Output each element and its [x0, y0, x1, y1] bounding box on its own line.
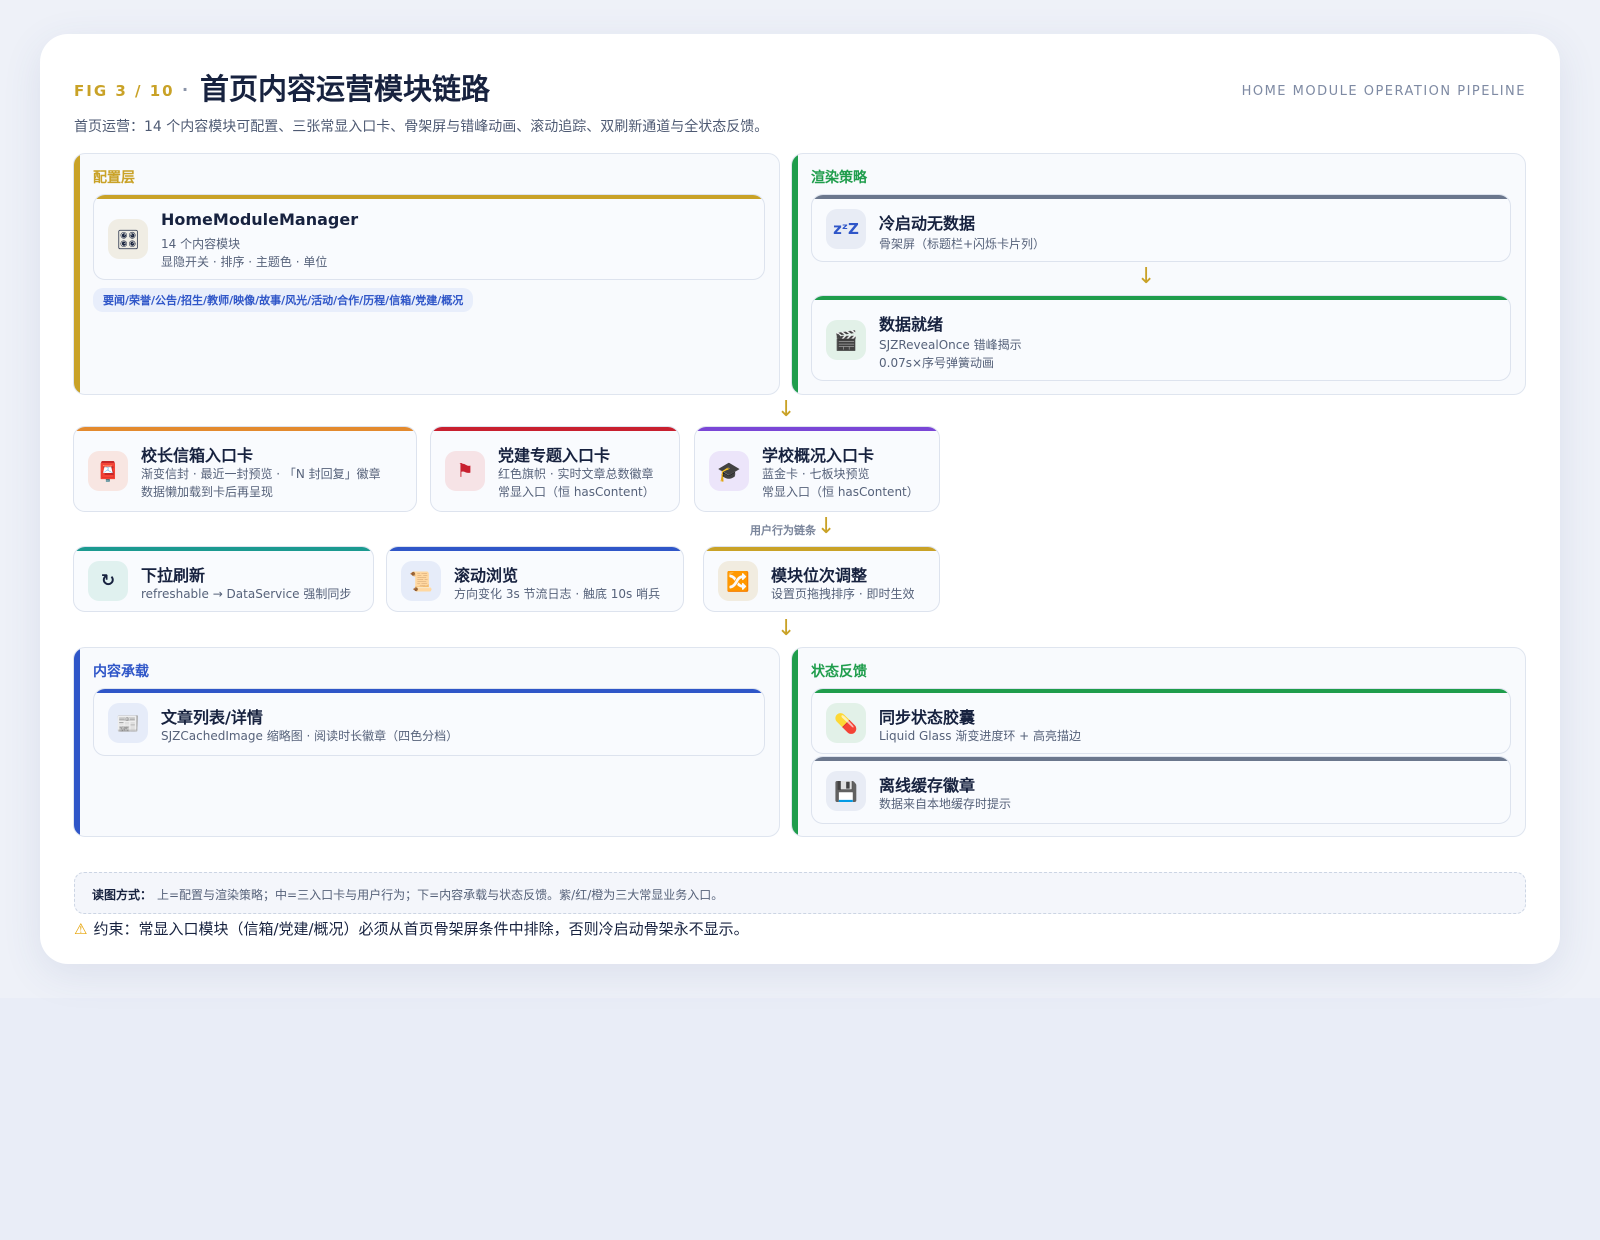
- clapper-board-icon: 🎬: [826, 320, 866, 360]
- reading-guide-label: 读图方式：: [92, 888, 153, 902]
- scroll-icon: 📜: [401, 561, 441, 601]
- newspaper-icon: 📰: [108, 703, 148, 743]
- reading-guide-text: 上=配置与渲染策略；中=三入口卡与用户行为；下=内容承载与状态反馈。紫/红/橙为…: [157, 888, 724, 902]
- red-flag-icon: ⚑: [445, 451, 485, 491]
- shuffle-icon: 🔀: [718, 561, 758, 601]
- node-line: 常显入口（恒 hasContent）: [762, 485, 919, 499]
- cold-start-node: zᶻZ 冷启动无数据 骨架屏（标题栏+闪烁卡片列）: [811, 194, 1511, 262]
- principal-mailbox-entry-card[interactable]: 📮 校长信箱入口卡 渐变信封 · 最近一封预览 · 「N 封回复」徽章 数据懒加…: [73, 426, 417, 512]
- home-module-manager-node: 🎛 HomeModuleManager 14 个内容模块 显隐开关 · 排序 ·…: [93, 194, 765, 280]
- panel-accent-bar: [74, 648, 80, 836]
- module-order-card[interactable]: 🔀 模块位次调整 设置页拖拽排序 · 即时生效: [703, 546, 940, 612]
- figure-number: FIG 3 / 10: [74, 82, 175, 100]
- constraint-warning-text: 约束：常显入口模块（信箱/党建/概况）必须从首页骨架屏条件中排除，否则冷启动骨架…: [93, 920, 749, 938]
- panel-title: 内容承载: [93, 664, 149, 680]
- node-line: refreshable → DataService 强制同步: [141, 587, 352, 601]
- figure-description: 首页运营：14 个内容模块可配置、三张常显入口卡、骨架屏与错峰动画、滚动追踪、双…: [74, 119, 769, 135]
- graduation-cap-icon: 🎓: [709, 451, 749, 491]
- school-overview-entry-card[interactable]: 🎓 学校概况入口卡 蓝金卡 · 七板块预览 常显入口（恒 hasContent）: [694, 426, 940, 512]
- postbox-icon: 📮: [88, 451, 128, 491]
- panel-title: 配置层: [93, 170, 135, 186]
- constraint-warning: ⚠ 约束：常显入口模块（信箱/党建/概况）必须从首页骨架屏条件中排除，否则冷启动骨…: [74, 918, 749, 939]
- control-knobs-icon: 🎛: [108, 219, 148, 259]
- node-title: 下拉刷新: [141, 566, 206, 585]
- data-ready-node: 🎬 数据就绪 SJZRevealOnce 错峰揭示 0.07s×序号弹簧动画: [811, 295, 1511, 381]
- node-line: 骨架屏（标题栏+闪烁卡片列）: [879, 237, 1046, 251]
- node-line: 常显入口（恒 hasContent）: [498, 485, 655, 499]
- panel-accent-bar: [792, 154, 798, 394]
- node-title: 数据就绪: [879, 315, 944, 334]
- node-line: 红色旗帜 · 实时文章总数徽章: [498, 467, 654, 481]
- figure-subtitle-en: HOME MODULE OPERATION PIPELINE: [1241, 84, 1526, 99]
- title-separator: ·: [182, 80, 189, 99]
- node-title: 同步状态胶囊: [879, 708, 976, 727]
- node-line: 数据来自本地缓存时提示: [879, 797, 1012, 811]
- content-carrier-panel: 内容承载 📰 文章列表/详情 SJZCachedImage 缩略图 · 阅读时长…: [73, 647, 780, 837]
- flow-arrow: ↓: [817, 514, 836, 539]
- node-line: 0.07s×序号弹簧动画: [879, 356, 995, 370]
- flow-arrow: ↓: [777, 616, 796, 641]
- page-background-band: [0, 998, 1600, 1240]
- node-line: 渐变信封 · 最近一封预览 · 「N 封回复」徽章: [141, 467, 381, 481]
- figure-card: FIG 3 / 10 · 首页内容运营模块链路 HOME MODULE OPER…: [40, 34, 1560, 964]
- node-title: HomeModuleManager: [161, 210, 359, 229]
- panel-accent-bar: [792, 648, 798, 836]
- capsule-pill-icon: 💊: [826, 703, 866, 743]
- node-title: 文章列表/详情: [161, 708, 263, 727]
- flow-arrow: ↓: [777, 397, 796, 422]
- refresh-icon: ↻: [88, 561, 128, 601]
- figure-title: 首页内容运营模块链路: [200, 72, 491, 106]
- node-title: 离线缓存徽章: [879, 776, 976, 795]
- panel-title: 渲染策略: [811, 170, 867, 186]
- sync-status-capsule-node: 💊 同步状态胶囊 Liquid Glass 渐变进度环 + 高亮描边: [811, 688, 1511, 754]
- node-line: SJZRevealOnce 错峰揭示: [879, 338, 1022, 352]
- user-behavior-chain-label: 用户行为链条: [750, 524, 816, 537]
- pull-to-refresh-card[interactable]: ↻ 下拉刷新 refreshable → DataService 强制同步: [73, 546, 374, 612]
- node-line: 14 个内容模块: [161, 237, 241, 251]
- render-strategy-panel: 渲染策略 zᶻZ 冷启动无数据 骨架屏（标题栏+闪烁卡片列） ↓ 🎬 数据就绪 …: [791, 153, 1526, 395]
- article-list-detail-node: 📰 文章列表/详情 SJZCachedImage 缩略图 · 阅读时长徽章（四色…: [93, 688, 765, 756]
- reading-guide: 读图方式： 上=配置与渲染策略；中=三入口卡与用户行为；下=内容承载与状态反馈。…: [74, 872, 1526, 914]
- module-list-tag: 要闻/荣誉/公告/招生/教师/映像/故事/风光/活动/合作/历程/信箱/党建/概…: [93, 288, 474, 312]
- node-line: 蓝金卡 · 七板块预览: [762, 467, 870, 481]
- node-title: 党建专题入口卡: [498, 446, 611, 465]
- config-layer-panel: 配置层 🎛 HomeModuleManager 14 个内容模块 显隐开关 · …: [73, 153, 780, 395]
- node-line: 方向变化 3s 节流日志 · 触底 10s 哨兵: [454, 587, 661, 601]
- node-line: 设置页拖拽排序 · 即时生效: [771, 587, 915, 601]
- status-feedback-panel: 状态反馈 💊 同步状态胶囊 Liquid Glass 渐变进度环 + 高亮描边 …: [791, 647, 1526, 837]
- node-title: 冷启动无数据: [879, 214, 976, 233]
- party-building-entry-card[interactable]: ⚑ 党建专题入口卡 红色旗帜 · 实时文章总数徽章 常显入口（恒 hasCont…: [430, 426, 680, 512]
- node-title: 模块位次调整: [771, 566, 868, 585]
- panel-title: 状态反馈: [811, 664, 867, 680]
- sleep-zzz-icon: zᶻZ: [826, 209, 866, 249]
- node-title: 滚动浏览: [454, 566, 519, 585]
- node-line: 显隐开关 · 排序 · 主题色 · 单位: [161, 255, 328, 269]
- panel-accent-bar: [74, 154, 80, 394]
- node-line: SJZCachedImage 缩略图 · 阅读时长徽章（四色分档）: [161, 729, 459, 743]
- node-title: 校长信箱入口卡: [141, 446, 254, 465]
- node-line: Liquid Glass 渐变进度环 + 高亮描边: [879, 729, 1081, 743]
- scroll-browse-card[interactable]: 📜 滚动浏览 方向变化 3s 节流日志 · 触底 10s 哨兵: [386, 546, 684, 612]
- flow-arrow: ↓: [1137, 264, 1156, 289]
- floppy-disk-icon: 💾: [826, 771, 866, 811]
- node-title: 学校概况入口卡: [762, 446, 875, 465]
- node-line: 数据懒加载到卡后再呈现: [141, 485, 274, 499]
- warning-icon: ⚠: [74, 920, 88, 938]
- offline-cache-badge-node: 💾 离线缓存徽章 数据来自本地缓存时提示: [811, 756, 1511, 824]
